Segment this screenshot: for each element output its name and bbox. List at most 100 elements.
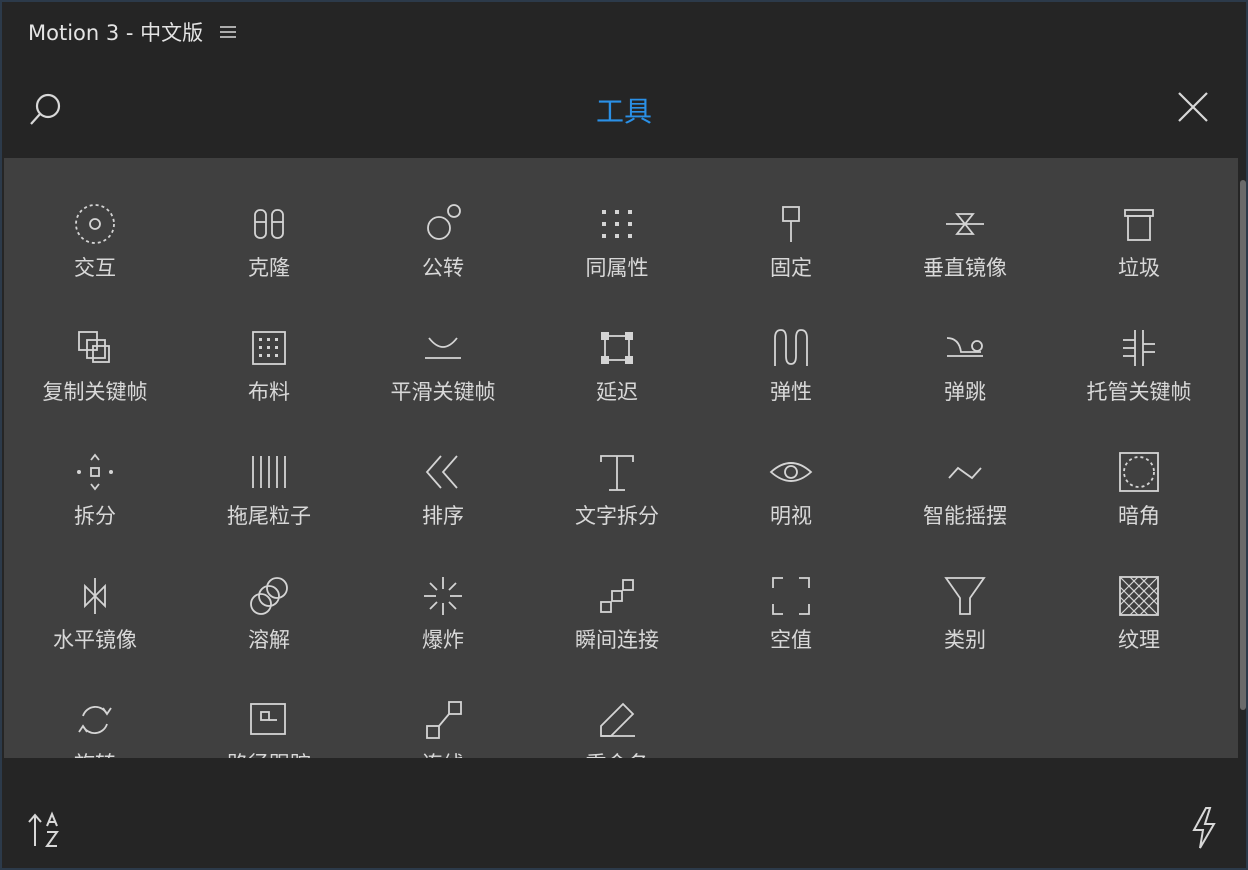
dissolve-icon [250,577,288,615]
tool-label: 复制关键帧 [42,380,148,404]
tool-label: 布料 [248,380,290,404]
tool-sort-order[interactable]: 排序 [356,450,530,560]
sort-az-button[interactable] [26,810,70,850]
tool-instant-connect[interactable]: 瞬间连接 [530,574,704,684]
text-split-icon [600,455,634,491]
tool-bounce[interactable]: 弹跳 [878,326,1052,436]
tool-path-follow[interactable]: 路径跟踪 [182,698,356,758]
tool-label: 纹理 [1118,628,1160,652]
tool-label: 溶解 [248,628,290,652]
sort-order-icon [425,455,458,489]
app-window: Motion 3 - 中文版 工具 交互 克隆 公转 同属性 固定 垂直镜像 垃圾复制关键帧… [0,0,1248,870]
tool-vertical-mirror[interactable]: 垂直镜像 [878,202,1052,312]
tool-label: 弹跳 [944,380,986,404]
vignette-icon [1119,452,1159,492]
bounce-icon [946,337,983,357]
tool-texture[interactable]: 纹理 [1052,574,1226,684]
trail-particle-icon [252,456,286,488]
sort-az-icon [28,811,59,847]
panel-footer [2,776,1246,868]
tool-label: 拖尾粒子 [227,504,311,528]
path-follow-icon [250,703,286,735]
clone-icon [254,209,284,239]
tool-orbit[interactable]: 公转 [356,202,530,312]
lightning-icon [1192,807,1216,849]
eye-icon [769,462,813,482]
tool-label: 交互 [74,256,116,280]
texture-icon [1119,576,1159,616]
tool-split[interactable]: 拆分 [8,450,182,560]
tool-label: 公转 [422,256,464,280]
tool-eye[interactable]: 明视 [704,450,878,560]
tool-trash[interactable]: 垃圾 [1052,202,1226,312]
tool-dissolve[interactable]: 溶解 [182,574,356,684]
tool-trail-particle[interactable]: 拖尾粒子 [182,450,356,560]
tool-label: 弹性 [770,380,812,404]
tool-label: 托管关键帧 [1086,380,1192,404]
tool-managed-keyframe[interactable]: 托管关键帧 [1052,326,1226,436]
managed-keyframe-icon [1123,330,1155,366]
tool-label: 智能摇摆 [923,504,1007,528]
panel-title: 工具 [595,95,652,128]
close-icon [1178,92,1208,122]
tool-label: 文字拆分 [575,504,659,528]
tool-pin[interactable]: 固定 [704,202,878,312]
tool-filter[interactable]: 类别 [878,574,1052,684]
tool-explode[interactable]: 爆炸 [356,574,530,684]
wiggle-icon [948,466,982,480]
tool-label: 水平镜像 [53,628,137,652]
trash-icon [1124,209,1154,241]
tool-elastic[interactable]: 弹性 [704,326,878,436]
flash-button[interactable] [1190,806,1220,852]
hamburger-menu-icon[interactable] [219,21,241,43]
tool-label: 路径跟踪 [182,748,356,758]
tool-label: 平滑关键帧 [390,380,496,404]
elastic-icon [774,329,808,366]
tool-label: 旋转 [8,748,182,758]
tool-label: 延迟 [596,380,638,404]
tool-label: 克隆 [248,256,290,280]
tool-interaction[interactable]: 交互 [8,202,182,312]
rename-icon [600,702,635,737]
orbit-icon [427,204,461,240]
delay-icon [601,332,633,364]
panel-header: 工具 [2,62,1246,158]
tool-clone[interactable]: 克隆 [182,202,356,312]
tool-label: 排序 [422,504,464,528]
horizontal-mirror-icon [84,578,106,614]
filter-icon [944,577,986,615]
tool-delay[interactable]: 延迟 [530,326,704,436]
tool-label: 明视 [770,504,812,528]
same-property-icon [602,210,632,238]
connect-line-icon [426,701,462,739]
tool-same-property[interactable]: 同属性 [530,202,704,312]
tool-label: 连线 [356,748,530,758]
tool-text-split[interactable]: 文字拆分 [530,450,704,560]
pin-icon [782,206,800,242]
tool-null[interactable]: 空值 [704,574,878,684]
tool-label: 爆炸 [422,628,464,652]
tool-horizontal-mirror[interactable]: 水平镜像 [8,574,182,684]
vertical-mirror-icon [946,213,984,235]
scrollbar[interactable] [1240,180,1246,710]
window-title: Motion 3 - 中文版 [28,21,204,45]
tool-label: 垃圾 [1118,256,1160,280]
tool-cloth[interactable]: 布料 [182,326,356,436]
tool-rename[interactable]: 重命名 [530,698,704,758]
explode-icon [424,577,462,615]
tool-label: 拆分 [74,504,116,528]
tool-label: 暗角 [1118,504,1160,528]
tool-vignette[interactable]: 暗角 [1052,450,1226,560]
tool-smooth-keyframe[interactable]: 平滑关键帧 [356,326,530,436]
tool-label: 重命名 [530,748,704,758]
close-button[interactable] [1176,90,1216,130]
tool-wiggle[interactable]: 智能摇摆 [878,450,1052,560]
tool-rotate[interactable]: 旋转 [8,698,182,758]
tools-grid: 交互 克隆 公转 同属性 固定 垂直镜像 垃圾复制关键帧 布料 平滑关键帧 延迟 弹性 弹跳 托管关键帧… [4,158,1238,758]
instant-connect-icon [600,579,634,613]
tool-label: 垂直镜像 [923,256,1007,280]
copy-keyframe-icon [78,331,110,363]
tool-copy-keyframe[interactable]: 复制关键帧 [8,326,182,436]
tool-connect-line[interactable]: 连线 [356,698,530,758]
interaction-icon [75,204,115,244]
